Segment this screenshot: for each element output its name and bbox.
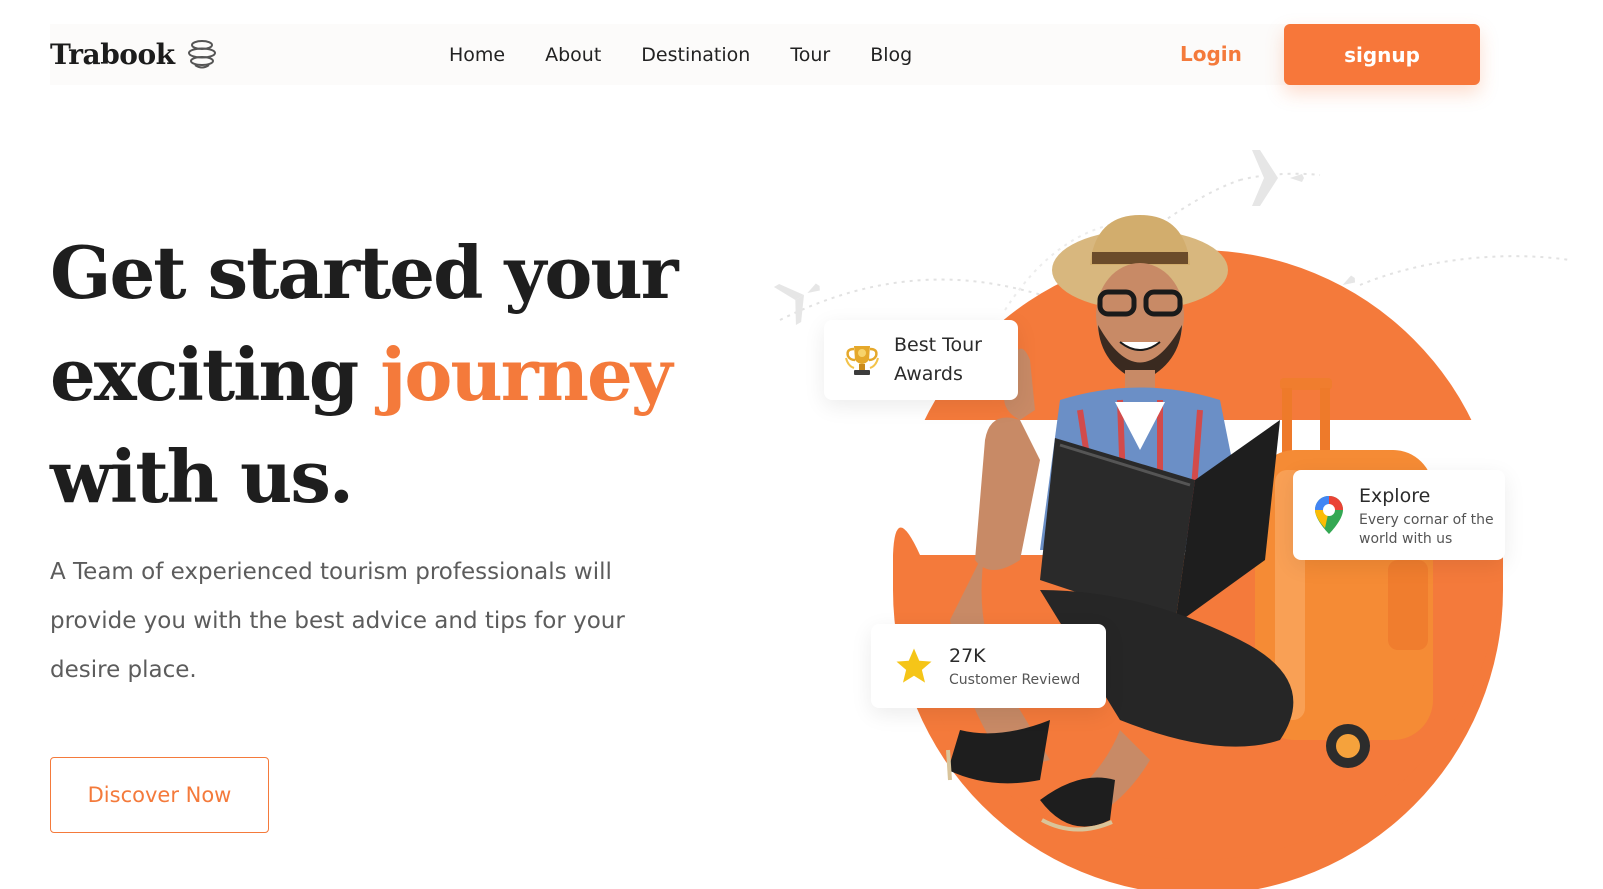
hero-description: A Team of experienced tourism profession… [50,559,625,683]
login-link[interactable]: Login [1180,42,1242,66]
hero-title-accent: journey [380,332,672,417]
explore-text: Explore Every cornar of the world with u… [1359,482,1499,549]
map-pin-icon [1315,496,1343,534]
star-icon [896,648,932,683]
hero-title-line3: with us. [50,434,354,519]
brand-name: Trabook [50,37,175,71]
main-nav: Home About Destination Tour Blog [449,24,912,85]
customer-reviews-card: 27K Customer Reviewd [871,624,1106,708]
nav-tour[interactable]: Tour [790,44,830,66]
awards-title: Best Tour Awards [894,334,982,385]
top-navbar: Trabook Home About Destination Tour Blog… [50,24,1480,85]
reviews-count: 27K [949,645,986,667]
signup-button[interactable]: signup [1284,24,1480,85]
hero-title-line2: exciting [50,332,381,417]
airplane-icon [773,283,820,326]
nav-blog[interactable]: Blog [870,44,912,66]
brand-logo[interactable]: Trabook [50,34,219,74]
trophy-icon [845,346,879,375]
nav-destination[interactable]: Destination [641,44,750,66]
reviews-label: Customer Reviewd [949,672,1081,688]
reviews-text: 27K Customer Reviewd [949,642,1080,690]
globe-stack-icon [187,40,216,69]
hero-title-line1: Get started your [50,230,679,315]
nav-about[interactable]: About [545,44,601,66]
explore-title: Explore [1359,484,1431,507]
nav-home[interactable]: Home [449,44,505,66]
explore-card: Explore Every cornar of the world with u… [1293,470,1505,560]
hero-title: Get started your exciting journey with u… [50,222,770,528]
hero-illustration: Best Tour Awards Explore Every cornar of… [720,120,1603,889]
best-tour-awards-card: Best Tour Awards [824,320,1018,400]
flight-path-3 [1359,255,1571,286]
discover-now-button[interactable]: Discover Now [50,757,269,833]
explore-subtitle: Every cornar of the world with us [1359,511,1494,547]
flight-path-2 [1239,172,1321,181]
